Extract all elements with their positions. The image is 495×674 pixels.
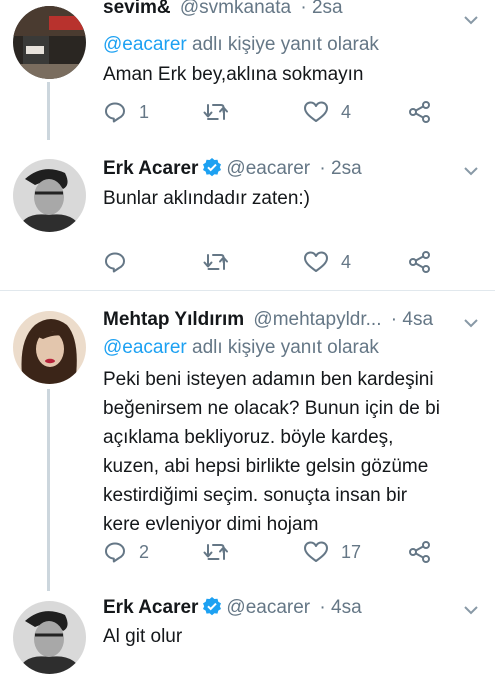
reply-icon — [105, 542, 125, 563]
thread-line — [47, 82, 50, 140]
heart-icon — [304, 101, 328, 122]
tweet-erk-acarer[interactable]: Erk Acarer @eacarer · 2sa Bunlar aklında… — [0, 140, 495, 290]
reply-count: 1 — [139, 101, 150, 122]
reply-context-text: adlı kişiye yanıt olarak — [186, 337, 379, 358]
tweet-text-line: Al git olur — [103, 626, 183, 647]
retweet-button[interactable] — [203, 100, 241, 124]
mention-link[interactable]: @eacarer — [103, 34, 187, 55]
share-icon — [409, 101, 430, 123]
retweet-icon — [203, 254, 228, 270]
tweet-text-line: Bunlar aklındadır zaten:) — [103, 188, 311, 209]
tweet-mehtap-yildirim[interactable]: Mehtap Yıldırım @mehtapyldr... · 4sa @ea… — [0, 291, 495, 591]
reply-button[interactable]: 2 — [103, 540, 149, 564]
chevron-down-icon[interactable] — [463, 317, 479, 329]
tweet-text-line: kestirdiğimi seçim. sonuçta insan bir — [103, 485, 408, 506]
tweet-time[interactable]: · 4sa — [391, 309, 433, 330]
tweet-text-line: Aman Erk bey,aklına sokmayın — [103, 64, 364, 85]
tweet-text: Al git olur — [103, 624, 488, 651]
reply-context: @eacarer adlı kişiye yanıt olarak — [103, 34, 379, 56]
tweet-time[interactable]: · 2sa — [319, 158, 361, 179]
avatar-mehtap-yildirim[interactable] — [13, 311, 86, 384]
reply-context-text: adlı kişiye yanıt olarak — [186, 34, 379, 55]
like-button[interactable]: 17 — [303, 540, 361, 564]
tweet-text: Peki beni isteyen adamın ben kardeşini b… — [103, 365, 488, 539]
chevron-down-icon[interactable] — [463, 14, 479, 26]
reply-button[interactable] — [103, 250, 139, 274]
tweet-time[interactable]: · 2sa — [300, 0, 342, 18]
tweet-text: Aman Erk bey,aklına sokmayın — [103, 62, 488, 89]
tweet-text: Bunlar aklındadır zaten:) — [103, 186, 488, 213]
like-count: 4 — [341, 251, 352, 272]
author-name[interactable]: Mehtap Yıldırım — [103, 309, 244, 330]
tweet-text-line: kuzen, abi hepsi birlikte gelsin gözüme — [103, 456, 429, 477]
mention-link[interactable]: @eacarer — [103, 337, 187, 358]
like-count: 17 — [341, 541, 362, 562]
reply-icon — [105, 252, 125, 273]
verified-badge-icon — [203, 597, 222, 616]
author-name[interactable]: sevim& — [103, 0, 171, 18]
tweet-text-line: açıklama bekliyoruz. böyle kardeş, — [103, 427, 394, 448]
share-button[interactable] — [408, 100, 432, 124]
like-button[interactable]: 4 — [303, 250, 351, 274]
retweet-icon — [203, 544, 228, 560]
chevron-down-icon[interactable] — [463, 604, 479, 616]
like-button[interactable]: 4 — [303, 100, 351, 124]
like-count: 4 — [341, 101, 352, 122]
share-icon — [409, 541, 430, 563]
tweet-header: Mehtap Yıldırım @mehtapyldr... · 4sa — [103, 309, 433, 331]
share-button[interactable] — [408, 250, 432, 274]
author-name[interactable]: Erk Acarer — [103, 158, 198, 179]
author-handle[interactable]: @eacarer — [226, 597, 310, 618]
tweet-actions: 1 4 — [103, 100, 433, 130]
retweet-button[interactable] — [203, 540, 241, 564]
tweet-sevim[interactable]: sevim& @svmkanata · 2sa @eacarer adlı ki… — [0, 0, 495, 140]
reply-icon — [105, 102, 125, 123]
chevron-down-icon[interactable] — [463, 165, 479, 177]
avatar-erk-acarer[interactable] — [13, 159, 86, 232]
tweet-header: Erk Acarer @eacarer · 4sa — [103, 596, 362, 619]
tweet-time[interactable]: · 4sa — [319, 597, 361, 618]
tweet-text-line: beğenirsem ne olacak? Bunun için de bi — [103, 398, 440, 419]
tweet-text-line: Peki beni isteyen adamın ben kardeşini — [103, 369, 434, 390]
share-button[interactable] — [408, 540, 432, 564]
reply-button[interactable]: 1 — [103, 100, 149, 124]
verified-badge-icon — [203, 158, 222, 177]
retweet-icon — [203, 104, 228, 120]
reply-count: 2 — [139, 541, 150, 562]
author-handle[interactable]: @svmkanata — [180, 0, 291, 18]
tweet-actions: 4 — [103, 250, 433, 280]
thread-line — [47, 389, 50, 591]
tweet-erk-acarer-2[interactable]: Erk Acarer @eacarer · 4sa Al git olur — [0, 591, 495, 674]
tweet-header: sevim& @svmkanata · 2sa — [103, 0, 343, 19]
tweet-text-line: kere evleniyor dimi hojam — [103, 514, 319, 535]
author-handle[interactable]: @mehtapyldr... — [253, 309, 381, 330]
share-icon — [409, 251, 430, 273]
heart-icon — [304, 541, 328, 562]
heart-icon — [304, 251, 328, 272]
author-handle[interactable]: @eacarer — [226, 158, 310, 179]
tweet-actions: 2 17 — [103, 540, 433, 570]
tweet-header: Erk Acarer @eacarer · 2sa — [103, 157, 362, 180]
author-name[interactable]: Erk Acarer — [103, 597, 198, 618]
reply-context: @eacarer adlı kişiye yanıt olarak — [103, 337, 379, 359]
avatar-erk-acarer[interactable] — [13, 601, 86, 674]
retweet-button[interactable] — [203, 250, 241, 274]
avatar-sevim[interactable] — [13, 6, 86, 79]
